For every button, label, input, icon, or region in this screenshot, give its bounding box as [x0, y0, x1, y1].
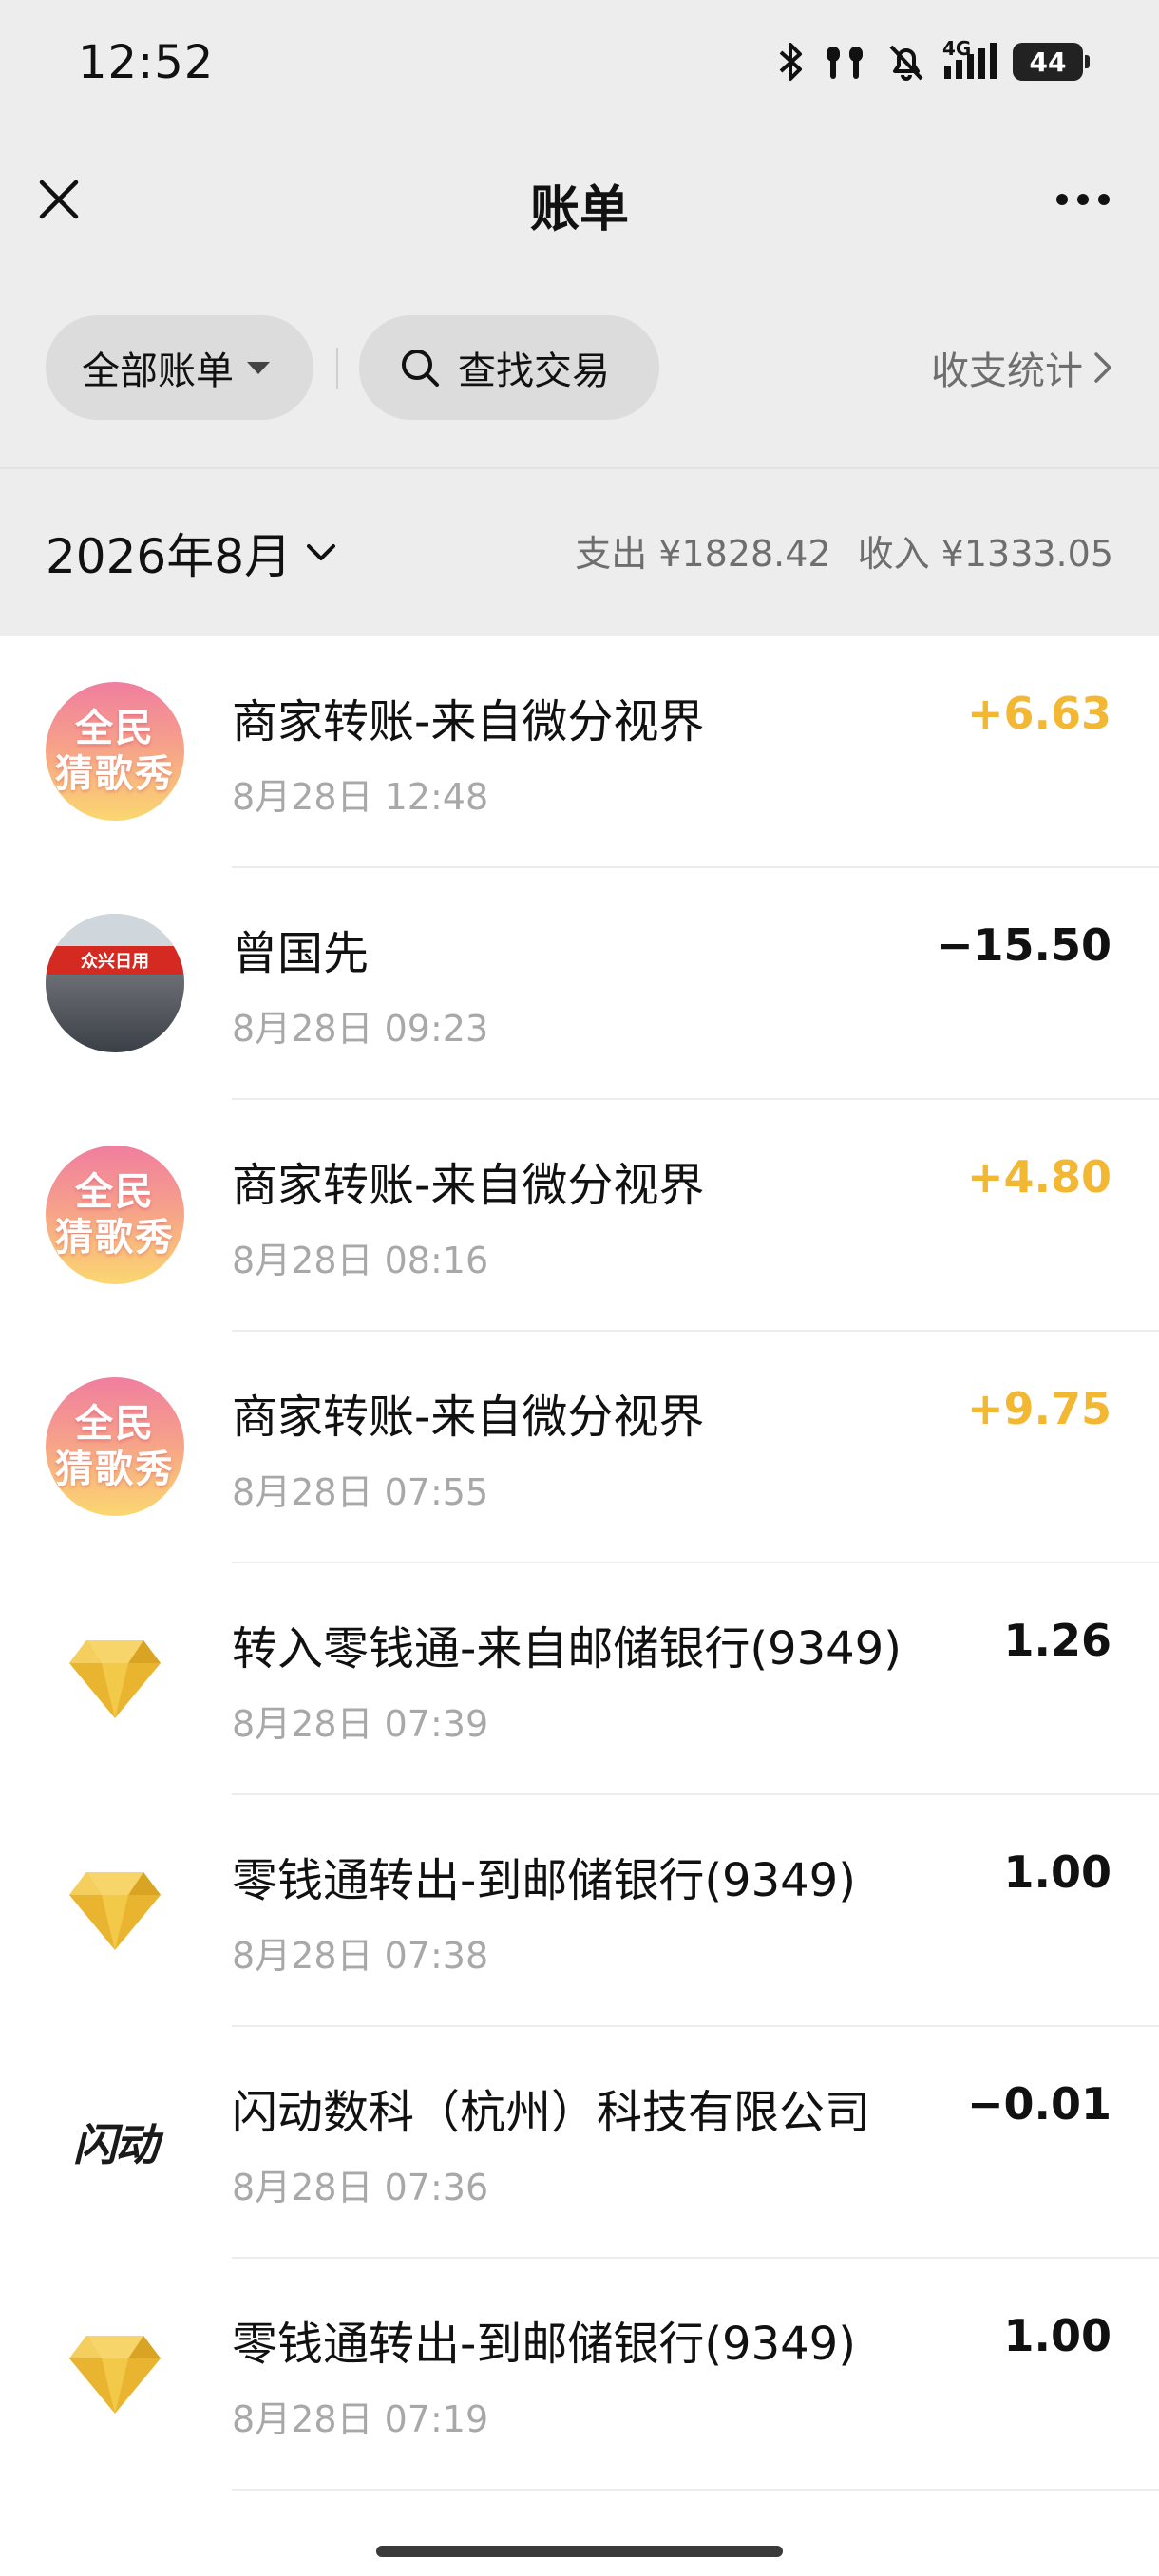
transaction-amount: 1.26 [1003, 1615, 1112, 1666]
bluetooth-icon [777, 41, 806, 83]
avatar-text: 全民 [75, 1402, 155, 1446]
diamond-icon [69, 1872, 161, 1950]
search-transactions-button[interactable]: 查找交易 [359, 315, 659, 420]
avatar-text: 猜歌秀 [55, 752, 175, 796]
diamond-icon [69, 1640, 161, 1718]
photo-street [46, 975, 184, 1052]
month-label: 2026年8月 [46, 529, 293, 584]
transaction-time: 8月28日 07:39 [232, 1703, 489, 1745]
transaction-time: 8月28日 07:19 [232, 2398, 489, 2440]
song-avatar: 全民 猜歌秀 [46, 1146, 184, 1284]
filter-row: 全部账单 查找交易 收支统计 [0, 315, 1159, 422]
transaction-row[interactable]: 全民 猜歌秀 商家转账-来自微分视界 8月28日 08:16 +4.80 [0, 1100, 1159, 1332]
transaction-time: 8月28日 07:38 [232, 1935, 489, 1977]
month-summary: 支出 ¥1828.42 收入 ¥1333.05 [575, 524, 1113, 577]
transaction-title: 商家转账-来自微分视界 [232, 695, 705, 748]
transaction-amount: −0.01 [966, 2078, 1112, 2130]
transaction-amount: 1.00 [1003, 2310, 1112, 2361]
transaction-row[interactable]: 全民 猜歌秀 商家转账-来自微分视界 8月28日 12:48 +6.63 [0, 636, 1159, 868]
home-indicator [376, 2546, 783, 2557]
transaction-title: 曾国先 [232, 927, 370, 980]
transaction-row[interactable]: 零钱通转出-到邮储银行(9349) 8月28日 07:38 1.00 [0, 1795, 1159, 2027]
diamond-icon [69, 2336, 161, 2414]
transaction-row[interactable]: 转入零钱通-来自邮储银行(9349) 8月28日 07:39 1.26 [0, 1563, 1159, 1795]
diamond-icon [46, 1609, 184, 1748]
diamond-icon [46, 1841, 184, 1979]
caret-down-icon [247, 361, 270, 374]
shop-sign: 众兴日用 [46, 946, 184, 975]
song-avatar: 全民 猜歌秀 [46, 1377, 184, 1516]
transaction-amount: +4.80 [966, 1151, 1112, 1203]
stats-label: 收支统计 [931, 350, 1083, 393]
photo-avatar: 众兴日用 [46, 914, 184, 1052]
nav-bar: 账单 [0, 142, 1159, 256]
transaction-time: 8月28日 09:23 [232, 1008, 489, 1050]
mute-bell-icon [885, 41, 927, 83]
battery-level: 44 [1013, 43, 1090, 81]
transaction-list: 全民 猜歌秀 商家转账-来自微分视界 8月28日 12:48 +6.63 众兴日用 曾国先 8… [0, 636, 1159, 2491]
transaction-amount: −15.50 [936, 919, 1112, 971]
earbuds-icon [821, 41, 870, 83]
month-selector[interactable]: 2026年8月 [46, 519, 337, 587]
transaction-title: 商家转账-来自微分视界 [232, 1159, 705, 1212]
transaction-amount: 1.00 [1003, 1847, 1112, 1898]
avatar-text: 猜歌秀 [55, 1448, 175, 1491]
transaction-row[interactable]: 众兴日用 曾国先 8月28日 09:23 −15.50 [0, 868, 1159, 1100]
status-bar: 12:52 4G 44 [0, 0, 1159, 133]
song-avatar: 全民 猜歌秀 [46, 682, 184, 821]
stats-link[interactable]: 收支统计 [931, 315, 1113, 420]
status-icons: 4G 44 [777, 37, 1090, 85]
transaction-time: 8月28日 07:55 [232, 1471, 489, 1513]
transaction-amount: +6.63 [966, 688, 1112, 739]
transaction-title: 转入零钱通-来自邮储银行(9349) [232, 1622, 902, 1676]
transaction-title: 闪动数科（杭州）科技有限公司 [232, 2086, 871, 2139]
transaction-time: 8月28日 08:16 [232, 1240, 489, 1281]
battery-icon: 44 [1013, 41, 1090, 83]
photo-sky [46, 914, 184, 946]
transaction-title: 零钱通转出-到邮储银行(9349) [232, 1854, 856, 1907]
transaction-time: 8月28日 12:48 [232, 776, 489, 818]
transaction-amount: +9.75 [966, 1383, 1112, 1434]
avatar-text: 全民 [75, 707, 155, 750]
income-total: 收入 ¥1333.05 [857, 533, 1113, 575]
network-label: 4G [942, 37, 972, 60]
avatar-text: 全民 [75, 1170, 155, 1214]
transaction-time: 8月28日 07:36 [232, 2167, 489, 2208]
more-icon [1056, 194, 1110, 205]
avatar-text: 猜歌秀 [55, 1216, 175, 1260]
all-bills-label: 全部账单 [82, 350, 234, 393]
chevron-down-icon [307, 544, 336, 560]
diamond-icon [46, 2304, 184, 2443]
signal-icon: 4G [942, 37, 998, 83]
row-divider [232, 2489, 1159, 2491]
more-button[interactable] [1045, 169, 1121, 230]
flash-logo: 闪动 [46, 2073, 184, 2211]
transaction-title: 商家转账-来自微分视界 [232, 1391, 705, 1444]
transaction-title: 零钱通转出-到邮储银行(9349) [232, 2318, 856, 2371]
search-label: 查找交易 [458, 350, 610, 393]
status-time: 12:52 [78, 36, 215, 89]
flash-logo-text: 闪动 [73, 2119, 159, 2170]
search-icon [402, 350, 439, 387]
all-bills-filter[interactable]: 全部账单 [46, 315, 314, 420]
expense-total: 支出 ¥1828.42 [575, 533, 831, 575]
transaction-row[interactable]: 闪动 闪动数科（杭州）科技有限公司 8月28日 07:36 −0.01 [0, 2027, 1159, 2259]
month-bar: 2026年8月 支出 ¥1828.42 收入 ¥1333.05 [0, 467, 1159, 636]
filter-divider [336, 348, 338, 389]
transaction-row[interactable]: 全民 猜歌秀 商家转账-来自微分视界 8月28日 07:55 +9.75 [0, 1332, 1159, 1563]
chevron-right-icon [1094, 352, 1112, 383]
transaction-row[interactable]: 零钱通转出-到邮储银行(9349) 8月28日 07:19 1.00 [0, 2259, 1159, 2491]
page-title: 账单 [529, 181, 629, 238]
